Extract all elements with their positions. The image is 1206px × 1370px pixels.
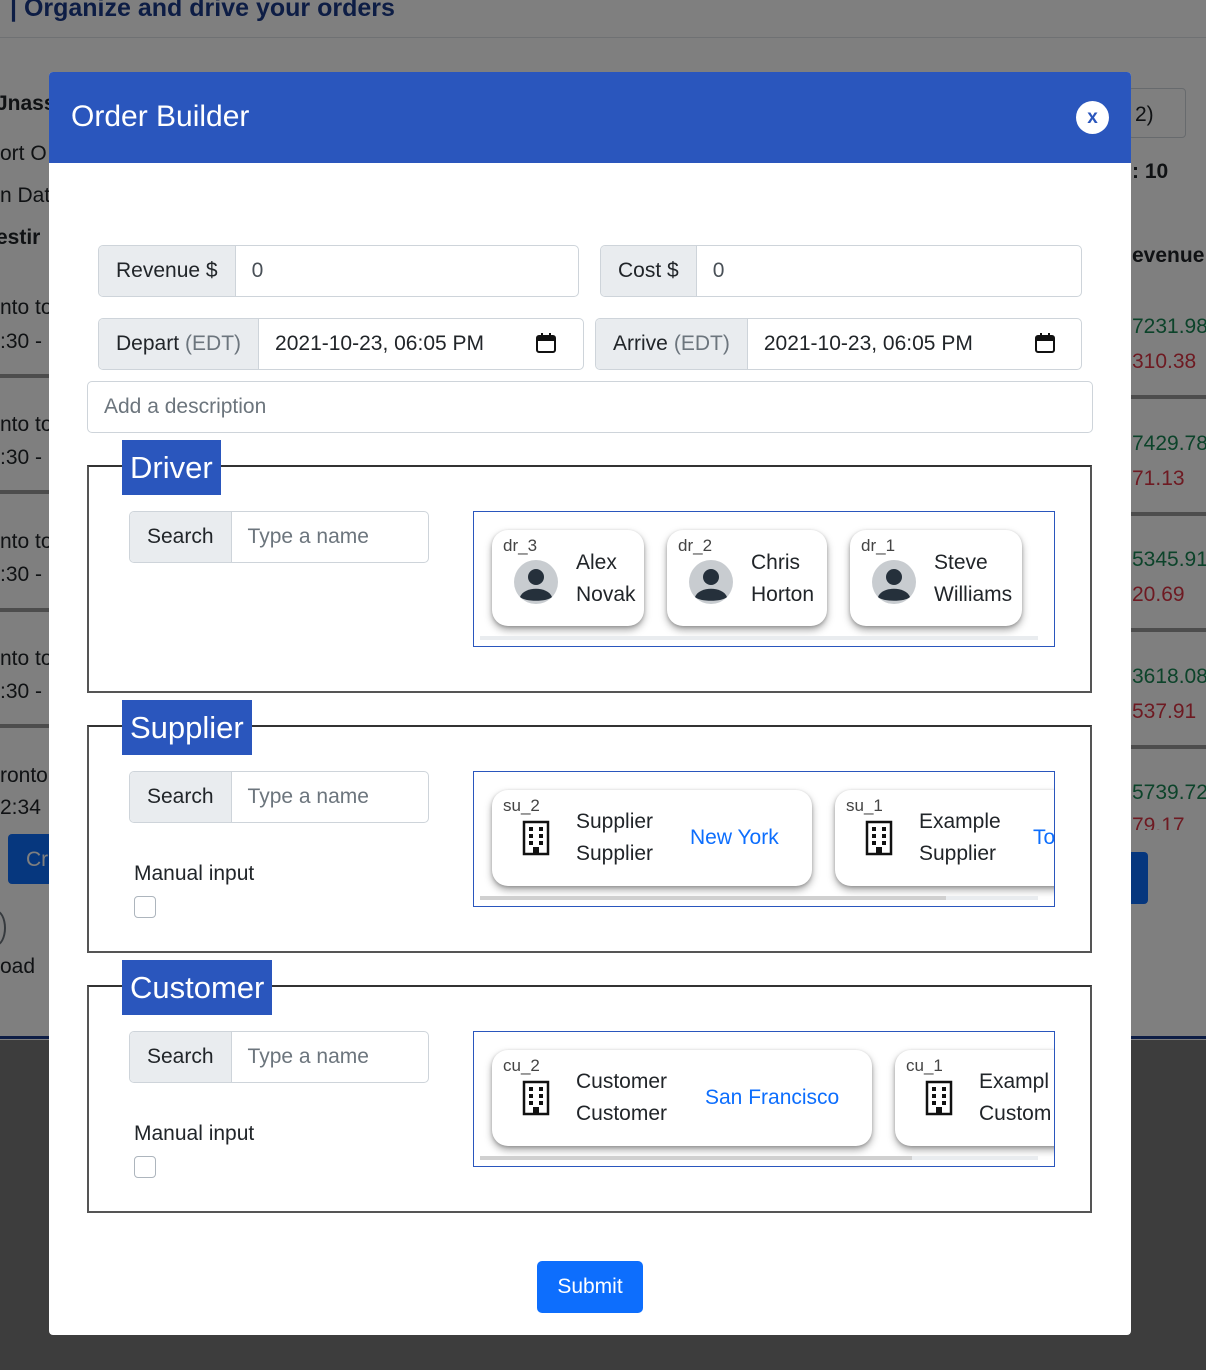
driver-card[interactable]: dr_3 Alex Novak <box>492 530 644 626</box>
supplier-manual-input-label: Manual input <box>134 862 255 885</box>
customer-search-label: Search <box>130 1032 232 1082</box>
supplier-card[interactable]: su_1 Example Supplier To <box>835 790 1054 886</box>
supplier-city-link[interactable]: New York <box>690 826 779 850</box>
calendar-icon[interactable] <box>535 332 557 354</box>
supplier-name-line2: Supplier <box>919 842 997 865</box>
building-icon <box>522 1080 550 1116</box>
driver-search-group: Search Type a name <box>129 511 429 563</box>
building-icon <box>925 1080 953 1116</box>
depart-datetime-value: 2021-10-23, 06:05 PM <box>275 332 485 355</box>
customer-fieldset: Search Type a name Manual input cu_2 Cus… <box>87 985 1092 1213</box>
supplier-id: su_1 <box>846 796 883 815</box>
customer-search-input[interactable]: Type a name <box>232 1032 428 1082</box>
supplier-name-line1: Supplier <box>576 810 654 833</box>
customer-manual-input-checkbox[interactable] <box>134 1156 156 1178</box>
revenue-label: Revenue $ <box>99 246 236 296</box>
driver-card-list[interactable]: dr_3 Alex Novak dr_2 Chris Horton dr_1 S… <box>473 511 1055 647</box>
depart-datetime-input[interactable]: 2021-10-23, 06:05 PM <box>259 319 583 369</box>
customer-id: cu_2 <box>503 1056 540 1075</box>
driver-search-input[interactable]: Type a name <box>232 512 428 562</box>
customer-card[interactable]: cu_2 Customer Customer San Francisco <box>492 1050 872 1146</box>
depart-timezone: (EDT) <box>185 332 242 355</box>
supplier-legend: Supplier <box>122 700 252 755</box>
driver-id: dr_1 <box>861 536 896 555</box>
cost-input[interactable]: 0 <box>697 246 1081 296</box>
customer-card[interactable]: cu_1 Exampl Custom <box>895 1050 1054 1146</box>
arrive-label-text: Arrive <box>613 332 668 355</box>
arrive-timezone: (EDT) <box>673 332 730 355</box>
driver-card[interactable]: dr_1 Steve Williams <box>850 530 1022 626</box>
supplier-city-link[interactable]: To <box>1033 826 1054 850</box>
customer-city-link[interactable]: San Francisco <box>705 1086 839 1110</box>
supplier-manual-input-checkbox[interactable] <box>134 896 156 918</box>
submit-button[interactable]: Submit <box>537 1261 643 1313</box>
supplier-card-list[interactable]: su_2 Supplier Supplier New York su_1 Exa… <box>473 771 1055 907</box>
driver-id: dr_2 <box>678 536 713 555</box>
driver-first-name: Steve <box>934 551 988 574</box>
driver-fieldset: Search Type a name dr_3 Alex Novak dr_2 <box>87 465 1092 693</box>
supplier-name-line1: Example <box>919 810 1001 833</box>
driver-first-name: Chris <box>751 551 801 574</box>
revenue-input[interactable]: 0 <box>236 246 578 296</box>
calendar-icon[interactable] <box>1034 332 1056 354</box>
customer-name-line1: Exampl <box>979 1070 1050 1093</box>
customer-manual-input-label: Manual input <box>134 1122 255 1145</box>
avatar-icon <box>872 560 916 604</box>
driver-legend: Driver <box>122 440 221 495</box>
driver-last-name: Novak <box>576 583 636 606</box>
driver-id: dr_3 <box>503 536 538 555</box>
close-button[interactable]: x <box>1076 101 1109 134</box>
customer-scrollbar-thumb[interactable] <box>480 1156 912 1160</box>
arrive-datetime-input[interactable]: 2021-10-23, 06:05 PM <box>748 319 1081 369</box>
depart-label-text: Depart <box>116 332 180 355</box>
driver-first-name: Alex <box>576 551 617 574</box>
cost-input-group: Cost $ 0 <box>600 245 1082 297</box>
building-icon <box>865 820 893 856</box>
cost-label: Cost $ <box>601 246 697 296</box>
customer-name-line1: Customer <box>576 1070 668 1093</box>
customer-card-list[interactable]: cu_2 Customer Customer San Francisco cu_… <box>473 1031 1055 1167</box>
driver-scrollbar[interactable] <box>480 636 1038 640</box>
avatar-icon <box>689 560 733 604</box>
order-builder-modal: Order Builder x Revenue $ 0 Cost $ 0 Dep… <box>49 72 1131 1335</box>
customer-name-line2: Custom <box>979 1102 1052 1125</box>
driver-last-name: Williams <box>934 583 1013 606</box>
description-input[interactable]: Add a description <box>87 381 1093 433</box>
supplier-scrollbar-thumb[interactable] <box>480 896 946 900</box>
arrive-label: Arrive (EDT) <box>596 319 748 369</box>
driver-search-label: Search <box>130 512 232 562</box>
supplier-search-label: Search <box>130 772 232 822</box>
supplier-search-input[interactable]: Type a name <box>232 772 428 822</box>
customer-search-group: Search Type a name <box>129 1031 429 1083</box>
driver-last-name: Horton <box>751 583 815 606</box>
customer-name-line2: Customer <box>576 1102 668 1125</box>
driver-card[interactable]: dr_2 Chris Horton <box>667 530 827 626</box>
close-icon: x <box>1087 106 1098 128</box>
supplier-card[interactable]: su_2 Supplier Supplier New York <box>492 790 812 886</box>
supplier-search-group: Search Type a name <box>129 771 429 823</box>
modal-title: Order Builder <box>71 100 250 133</box>
customer-legend: Customer <box>122 960 273 1015</box>
arrive-datetime-value: 2021-10-23, 06:05 PM <box>763 332 973 355</box>
supplier-fieldset: Search Type a name Manual input su_2 Sup… <box>87 725 1092 953</box>
depart-label: Depart (EDT) <box>99 319 260 369</box>
arrive-input-group: Arrive (EDT) 2021-10-23, 06:05 PM <box>595 318 1082 370</box>
depart-input-group: Depart (EDT) 2021-10-23, 06:05 PM <box>98 318 584 370</box>
avatar-icon <box>514 560 558 604</box>
supplier-name-line2: Supplier <box>576 842 654 865</box>
customer-id: cu_1 <box>906 1056 943 1075</box>
modal-header: Order Builder x <box>49 72 1131 163</box>
building-icon <box>522 820 550 856</box>
supplier-id: su_2 <box>503 796 540 815</box>
revenue-input-group: Revenue $ 0 <box>98 245 579 297</box>
